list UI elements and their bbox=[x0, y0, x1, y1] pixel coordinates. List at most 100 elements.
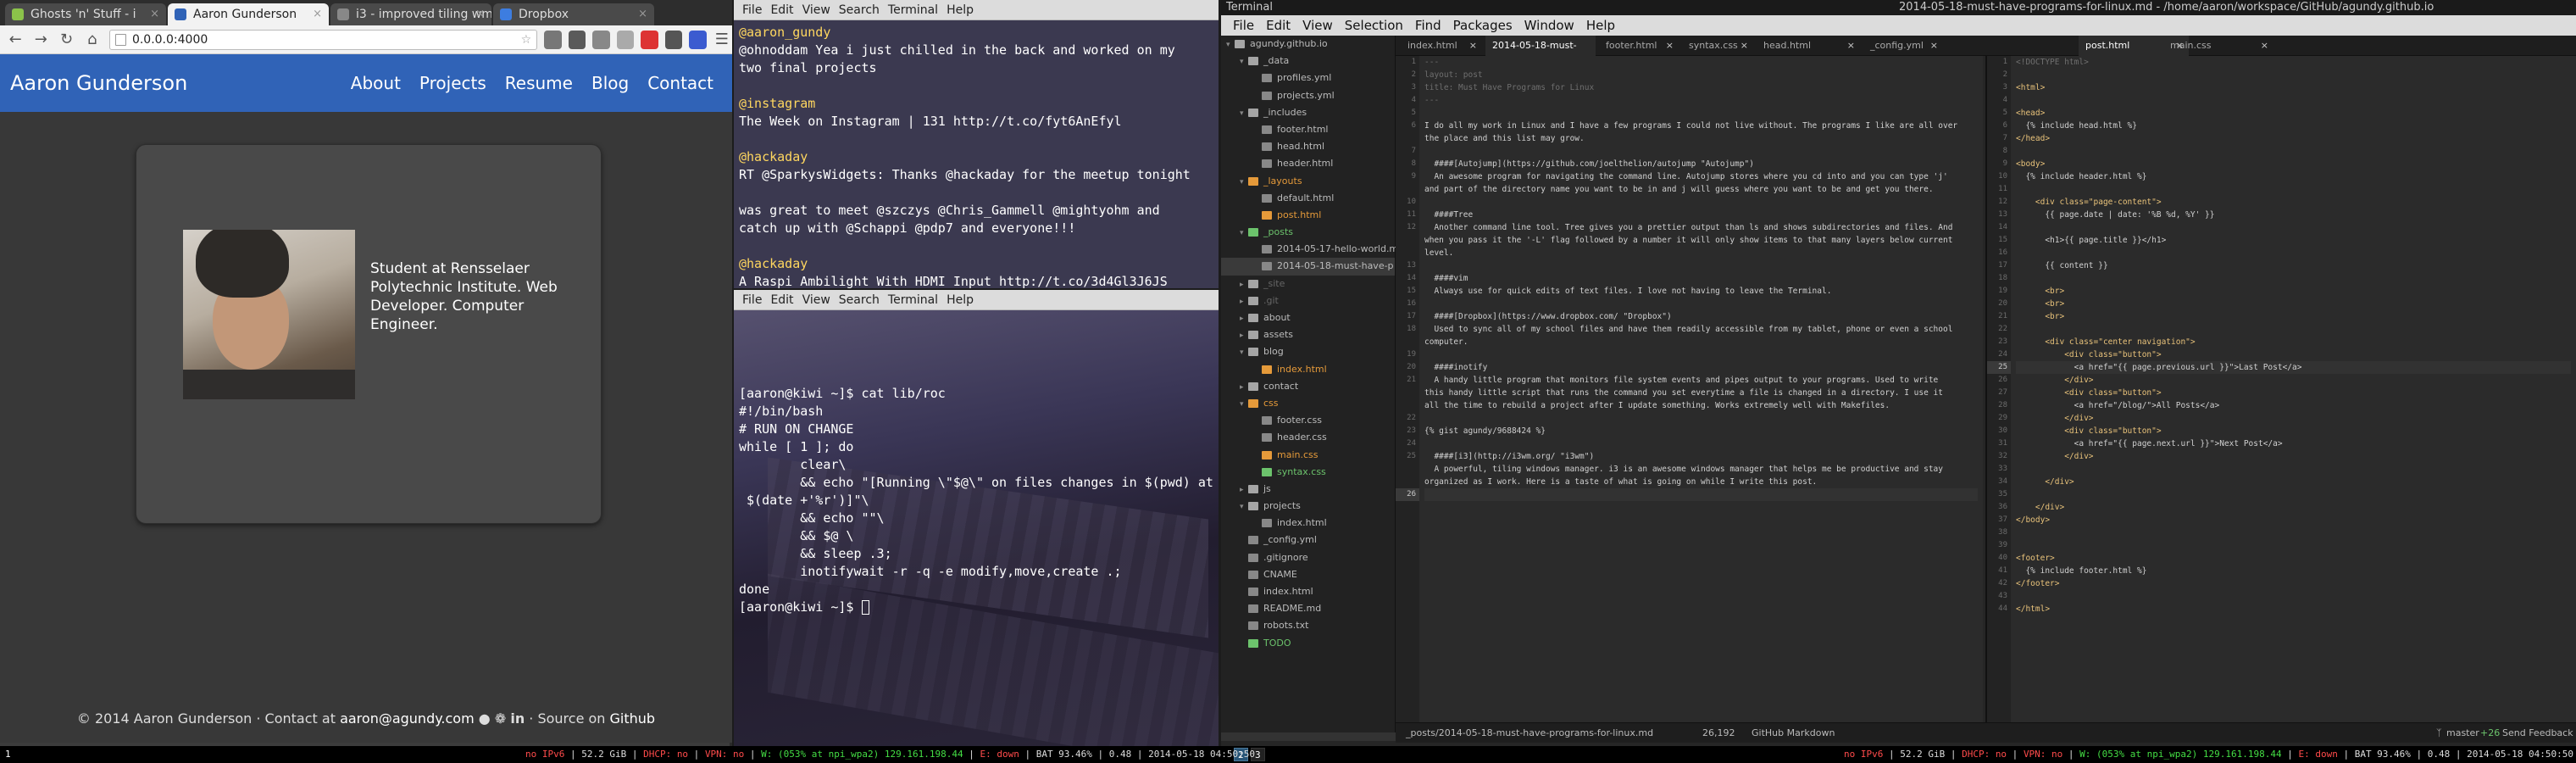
editor-pane-html[interactable]: 1 2 3 4 5 6 7 8 9 10 11 12 13 14 15 16 17 18 19 20 21 22 23 24 2… bbox=[1985, 56, 2576, 722]
tree-file[interactable]: index.html bbox=[1221, 515, 1395, 532]
reload-icon[interactable]: ↻ bbox=[56, 29, 76, 51]
tree-file[interactable]: index.html bbox=[1221, 583, 1395, 600]
tree-file[interactable]: projects.yml bbox=[1221, 87, 1395, 104]
menu-search[interactable]: Search bbox=[839, 293, 880, 307]
close-tab-icon[interactable]: × bbox=[1847, 36, 1855, 56]
tree-file[interactable]: post.html bbox=[1221, 207, 1395, 224]
browser-tab[interactable]: i3 - improved tiling wm × bbox=[330, 3, 491, 25]
nav-contact[interactable]: Contact bbox=[647, 73, 713, 93]
tree-folder[interactable]: ▾ css bbox=[1221, 395, 1395, 412]
tree-folder[interactable]: ▸ contact bbox=[1221, 378, 1395, 395]
tree-folder[interactable]: ▸ assets bbox=[1221, 326, 1395, 343]
close-tab-icon[interactable]: × bbox=[313, 3, 322, 25]
forward-arrow-icon[interactable]: → bbox=[31, 29, 51, 51]
footer-email-link[interactable]: aaron@agundy.com bbox=[340, 710, 475, 727]
menu-terminal[interactable]: Terminal bbox=[888, 293, 938, 307]
menu-find[interactable]: Find bbox=[1415, 18, 1441, 33]
close-tab-icon[interactable]: × bbox=[2261, 36, 2268, 56]
close-tab-icon[interactable]: × bbox=[475, 3, 485, 25]
tree-file[interactable]: default.html bbox=[1221, 190, 1395, 207]
tree-file[interactable]: header.css bbox=[1221, 429, 1395, 446]
menu-file[interactable]: File bbox=[742, 3, 762, 17]
tree-scrollbar[interactable] bbox=[1221, 732, 1396, 741]
tree-folder[interactable]: ▾ _layouts bbox=[1221, 173, 1395, 190]
tree-folder[interactable]: ▾ _posts bbox=[1221, 224, 1395, 241]
tree-folder[interactable]: ▾ _data bbox=[1221, 53, 1395, 70]
tree-file[interactable]: head.html bbox=[1221, 138, 1395, 155]
menu-view[interactable]: View bbox=[802, 293, 830, 307]
tree-folder[interactable]: ▾ blog bbox=[1221, 343, 1395, 360]
editor-tab[interactable]: main.css × bbox=[2163, 36, 2273, 56]
status-file-path[interactable]: _posts/2014-05-18-must-have-programs-for… bbox=[1406, 723, 1653, 744]
editor-tab[interactable]: _config.yml × bbox=[1863, 36, 1943, 56]
code-area[interactable]: --- layout: post title: Must Have Programs… bbox=[1424, 56, 1978, 501]
menu-edit[interactable]: Edit bbox=[1266, 18, 1291, 33]
menu-packages[interactable]: Packages bbox=[1453, 18, 1513, 33]
tree-file[interactable]: header.html bbox=[1221, 155, 1395, 172]
workspace-button[interactable]: 1 bbox=[2, 748, 14, 761]
tree-file[interactable]: footer.css bbox=[1221, 412, 1395, 429]
linkedin-icon[interactable]: in bbox=[510, 710, 525, 727]
code-area[interactable]: <!DOCTYPE html> <html> <head> {% include h… bbox=[2016, 56, 2571, 615]
editor-pane-markdown[interactable]: 1 2 3 4 5 6 7 8 9 10 11 12 13 14 15 16 17 18 19 20 21 22 23 24 2… bbox=[1396, 56, 1983, 722]
site-brand[interactable]: Aaron Gunderson bbox=[10, 71, 351, 95]
close-tab-icon[interactable]: × bbox=[1930, 36, 1938, 56]
browser-tab[interactable]: Aaron Gunderson × bbox=[168, 3, 329, 25]
tree-file[interactable]: CNAME bbox=[1221, 566, 1395, 583]
bookmark-star-icon[interactable]: ☆ bbox=[521, 31, 532, 49]
menu-help[interactable]: Help bbox=[947, 3, 974, 17]
tree-file[interactable]: _config.yml bbox=[1221, 532, 1395, 549]
menu-terminal[interactable]: Terminal bbox=[888, 3, 938, 17]
tree-file[interactable]: .gitignore bbox=[1221, 549, 1395, 566]
editor-tab[interactable]: head.html × bbox=[1757, 36, 1860, 56]
status-grammar[interactable]: GitHub Markdown bbox=[1752, 723, 1835, 744]
tree-folder[interactable]: ▾ agundy.github.io bbox=[1221, 36, 1395, 53]
tree-file[interactable]: index.html bbox=[1221, 361, 1395, 378]
menu-edit[interactable]: Edit bbox=[770, 293, 793, 307]
tree-file[interactable]: 2014-05-17-hello-world.md bbox=[1221, 241, 1404, 258]
menu-selection[interactable]: Selection bbox=[1345, 18, 1403, 33]
address-bar[interactable]: 0.0.0.0:4000 ☆ bbox=[108, 29, 538, 50]
close-tab-icon[interactable]: × bbox=[638, 3, 647, 25]
tree-file[interactable]: footer.html bbox=[1221, 121, 1395, 138]
extension-icon[interactable] bbox=[664, 30, 683, 49]
tree-file[interactable]: profiles.yml bbox=[1221, 70, 1395, 86]
extension-icon[interactable] bbox=[689, 30, 707, 49]
editor-tab[interactable]: footer.html × bbox=[1599, 36, 1679, 56]
menu-help[interactable]: Help bbox=[947, 293, 974, 307]
editor-tab[interactable]: syntax.css × bbox=[1682, 36, 1753, 56]
tree-file[interactable]: 2014-05-18-must-have-p bbox=[1221, 258, 1395, 276]
menu-view[interactable]: View bbox=[802, 3, 830, 17]
close-tab-icon[interactable]: × bbox=[1469, 36, 1477, 56]
extension-icon[interactable] bbox=[616, 30, 635, 49]
close-tab-icon[interactable]: × bbox=[1740, 36, 1748, 56]
extension-icon[interactable] bbox=[592, 30, 610, 49]
browser-tab[interactable]: Ghosts 'n' Stuff - i × bbox=[5, 3, 166, 25]
tree-file[interactable]: README.md bbox=[1221, 600, 1395, 617]
menu-help[interactable]: Help bbox=[1586, 18, 1615, 33]
menu-window[interactable]: Window bbox=[1524, 18, 1574, 33]
terminal-output[interactable]: @aaron_gundy @ohnoddam Yea i just chille… bbox=[734, 20, 1219, 288]
back-arrow-icon[interactable]: ← bbox=[5, 29, 25, 51]
tree-folder[interactable]: ▸ _site bbox=[1221, 276, 1395, 292]
tree-folder[interactable]: ▾ _includes bbox=[1221, 104, 1395, 121]
tree-file[interactable]: robots.txt bbox=[1221, 617, 1395, 634]
extension-icon[interactable] bbox=[641, 30, 658, 49]
menu-file[interactable]: File bbox=[1233, 18, 1254, 33]
nav-about[interactable]: About bbox=[351, 73, 401, 93]
tree-folder[interactable]: ▾ projects bbox=[1221, 498, 1395, 515]
footer-source-link[interactable]: Github bbox=[610, 710, 656, 727]
menu-icon[interactable]: ☰ bbox=[712, 29, 732, 51]
home-icon[interactable]: ⌂ bbox=[82, 29, 103, 51]
menu-view[interactable]: View bbox=[1302, 18, 1333, 33]
tree-folder[interactable]: ▸ js bbox=[1221, 481, 1395, 498]
tree-file[interactable]: TODO bbox=[1221, 635, 1395, 652]
menu-file[interactable]: File bbox=[742, 293, 762, 307]
nav-resume[interactable]: Resume bbox=[505, 73, 573, 93]
terminal-output[interactable]: [aaron@kiwi ~]$ cat lib/roc #!/bin/bash # … bbox=[734, 310, 1219, 746]
close-tab-icon[interactable]: × bbox=[150, 3, 159, 25]
close-tab-icon[interactable]: × bbox=[1666, 36, 1674, 56]
menu-search[interactable]: Search bbox=[839, 3, 880, 17]
send-feedback-button[interactable]: Send Feedback bbox=[2502, 723, 2573, 744]
tree-folder[interactable]: ▸ about bbox=[1221, 309, 1395, 326]
